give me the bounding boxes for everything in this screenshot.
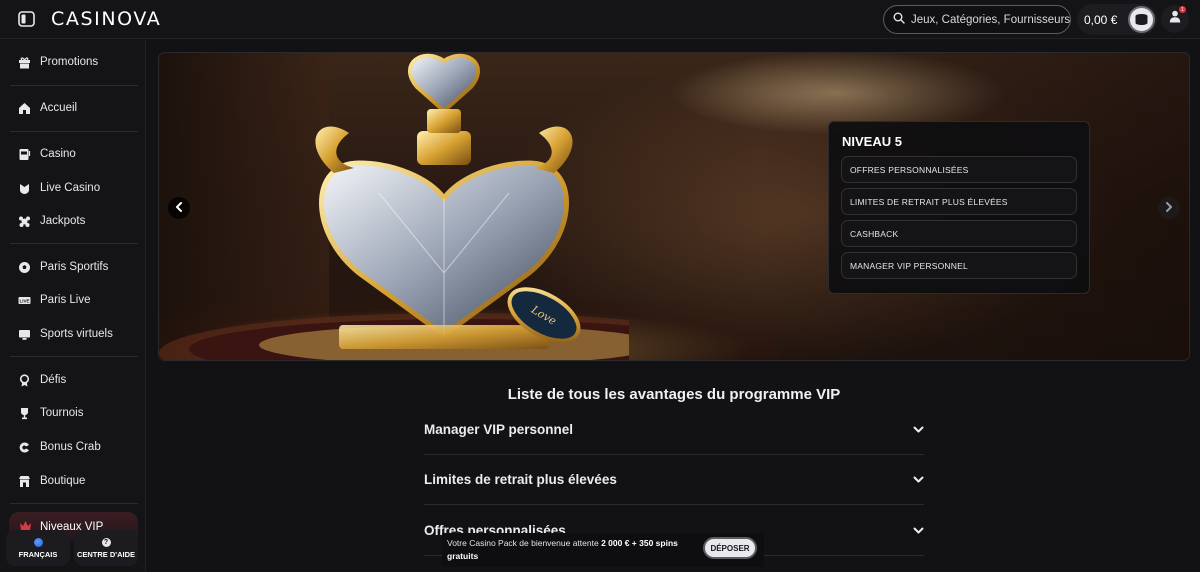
sidebar-divider [10,131,138,132]
home-icon [18,102,31,115]
sidebar-item-accueil[interactable]: Accueil [0,93,145,123]
vip-perk-item: CASHBACK [841,220,1077,247]
top-bar: CASINOVA 0,00 € [0,0,1200,39]
sidebar-item-sports-virtuels[interactable]: Sports virtuels [0,319,145,349]
search-icon [893,11,905,29]
vip-perk-item: MANAGER VIP PERSONNEL [841,252,1077,279]
medal-icon [18,373,31,387]
sidebar-toggle-icon[interactable] [18,11,36,27]
user-icon [1169,10,1181,28]
live-betting-icon: LIVE [18,294,31,307]
soccer-ball-icon [18,261,31,274]
benefits-title: Liste de tous les avantages du programme… [507,386,841,403]
sidebar-item-live-casino[interactable]: Live Casino [0,173,145,203]
sidebar-divider [10,243,138,244]
accordion-item-limites-retrait[interactable]: Limites de retrait plus élevées [424,455,924,505]
sidebar-item-label: Défis [40,374,67,386]
gift-icon [18,56,31,69]
language-selector[interactable]: FRANÇAIS [6,530,70,566]
promo-text: Votre Casino Pack de bienvenue attente 2… [447,537,697,563]
live-casino-icon [18,182,31,195]
sidebar-item-label: Boutique [40,475,86,487]
search-input[interactable] [911,13,1070,26]
user-account-button[interactable]: 1 [1161,5,1189,33]
sidebar-divider [10,503,138,504]
jackpot-icon [18,215,31,228]
promo-text-prefix: Votre Casino Pack de bienvenue attente [447,538,599,548]
coins-icon[interactable] [1128,6,1155,33]
slot-machine-icon [18,148,31,161]
sidebar-item-boutique[interactable]: Boutique [0,466,145,496]
chevron-down-icon [913,421,924,439]
svg-text:LIVE: LIVE [19,298,29,303]
vip-level-card: NIVEAU 5 OFFRES PERSONNALISÉES LIMITES D… [828,121,1090,294]
chevron-down-icon [913,522,924,540]
crab-icon [18,441,31,454]
deposit-button[interactable]: DÉPOSER [703,537,757,559]
sidebar-item-label: Casino [40,148,76,160]
chevron-right-icon [1165,199,1173,217]
sidebar-item-promotions[interactable]: Promotions [0,47,145,77]
vip-perk-item: OFFRES PERSONNALISÉES [841,156,1077,183]
help-label: CENTRE D'AIDE [76,549,136,559]
sidebar-item-label: Bonus Crab [40,441,101,453]
wallet-button[interactable]: 0,00 € [1077,4,1157,35]
trophy-icon [18,407,31,420]
sidebar-footer: FRANÇAIS ? CENTRE D'AIDE [6,530,138,566]
sidebar-item-jackpots[interactable]: Jackpots [0,206,145,236]
sidebar-item-defis[interactable]: Défis [0,365,145,395]
sidebar-item-label: Promotions [40,56,99,68]
sidebar-item-paris-live[interactable]: LIVE Paris Live [0,285,145,315]
notification-badge: 1 [1179,6,1186,13]
sidebar-item-label: Accueil [40,102,78,114]
banner-next-button[interactable] [1158,197,1180,219]
balance-text: 0,00 € [1084,12,1118,27]
sidebar: Promotions Accueil Casino Live Casino Ja… [0,40,146,572]
sidebar-item-bonus-crab[interactable]: Bonus Crab [0,432,145,462]
welcome-promo-bar: Votre Casino Pack de bienvenue attente 2… [442,533,764,567]
sidebar-divider [10,85,138,86]
sidebar-item-label: Sports virtuels [40,328,113,340]
vip-trophy-illustration: Love [159,53,629,360]
help-icon: ? [101,537,111,547]
language-label: FRANÇAIS [18,549,58,559]
accordion-label: Manager VIP personnel [424,422,574,437]
globe-icon [33,537,43,547]
help-center-button[interactable]: ? CENTRE D'AIDE [74,530,138,566]
sidebar-item-label: Tournois [40,407,84,419]
sidebar-item-casino[interactable]: Casino [0,139,145,169]
promo-amount: 2 000 € + 350 spins [601,538,678,548]
sidebar-item-label: Paris Sportifs [40,261,109,273]
sidebar-item-label: Live Casino [40,182,101,194]
sidebar-item-tournois[interactable]: Tournois [0,398,145,428]
sidebar-divider [10,356,138,357]
shop-icon [18,475,31,488]
accordion-item-manager-vip[interactable]: Manager VIP personnel [424,405,924,455]
virtual-sports-icon [18,328,31,341]
vip-level-title: NIVEAU 5 [842,134,902,149]
promo-text-suffix: gratuits [447,551,479,561]
vip-banner: Love NIVEAU 5 OFFRES PERSONNALISÉES LIMI… [158,52,1190,361]
search-bar[interactable] [883,5,1071,34]
sidebar-item-paris-sportifs[interactable]: Paris Sportifs [0,252,145,282]
chevron-down-icon [913,471,924,489]
sidebar-item-label: Jackpots [40,215,86,227]
banner-prev-button[interactable] [168,197,190,219]
chevron-left-icon [175,199,183,217]
sidebar-item-label: Paris Live [40,294,91,306]
logo[interactable]: CASINOVA [51,8,161,30]
vip-perk-item: LIMITES DE RETRAIT PLUS ÉLEVÉES [841,188,1077,215]
accordion-label: Limites de retrait plus élevées [424,472,617,487]
